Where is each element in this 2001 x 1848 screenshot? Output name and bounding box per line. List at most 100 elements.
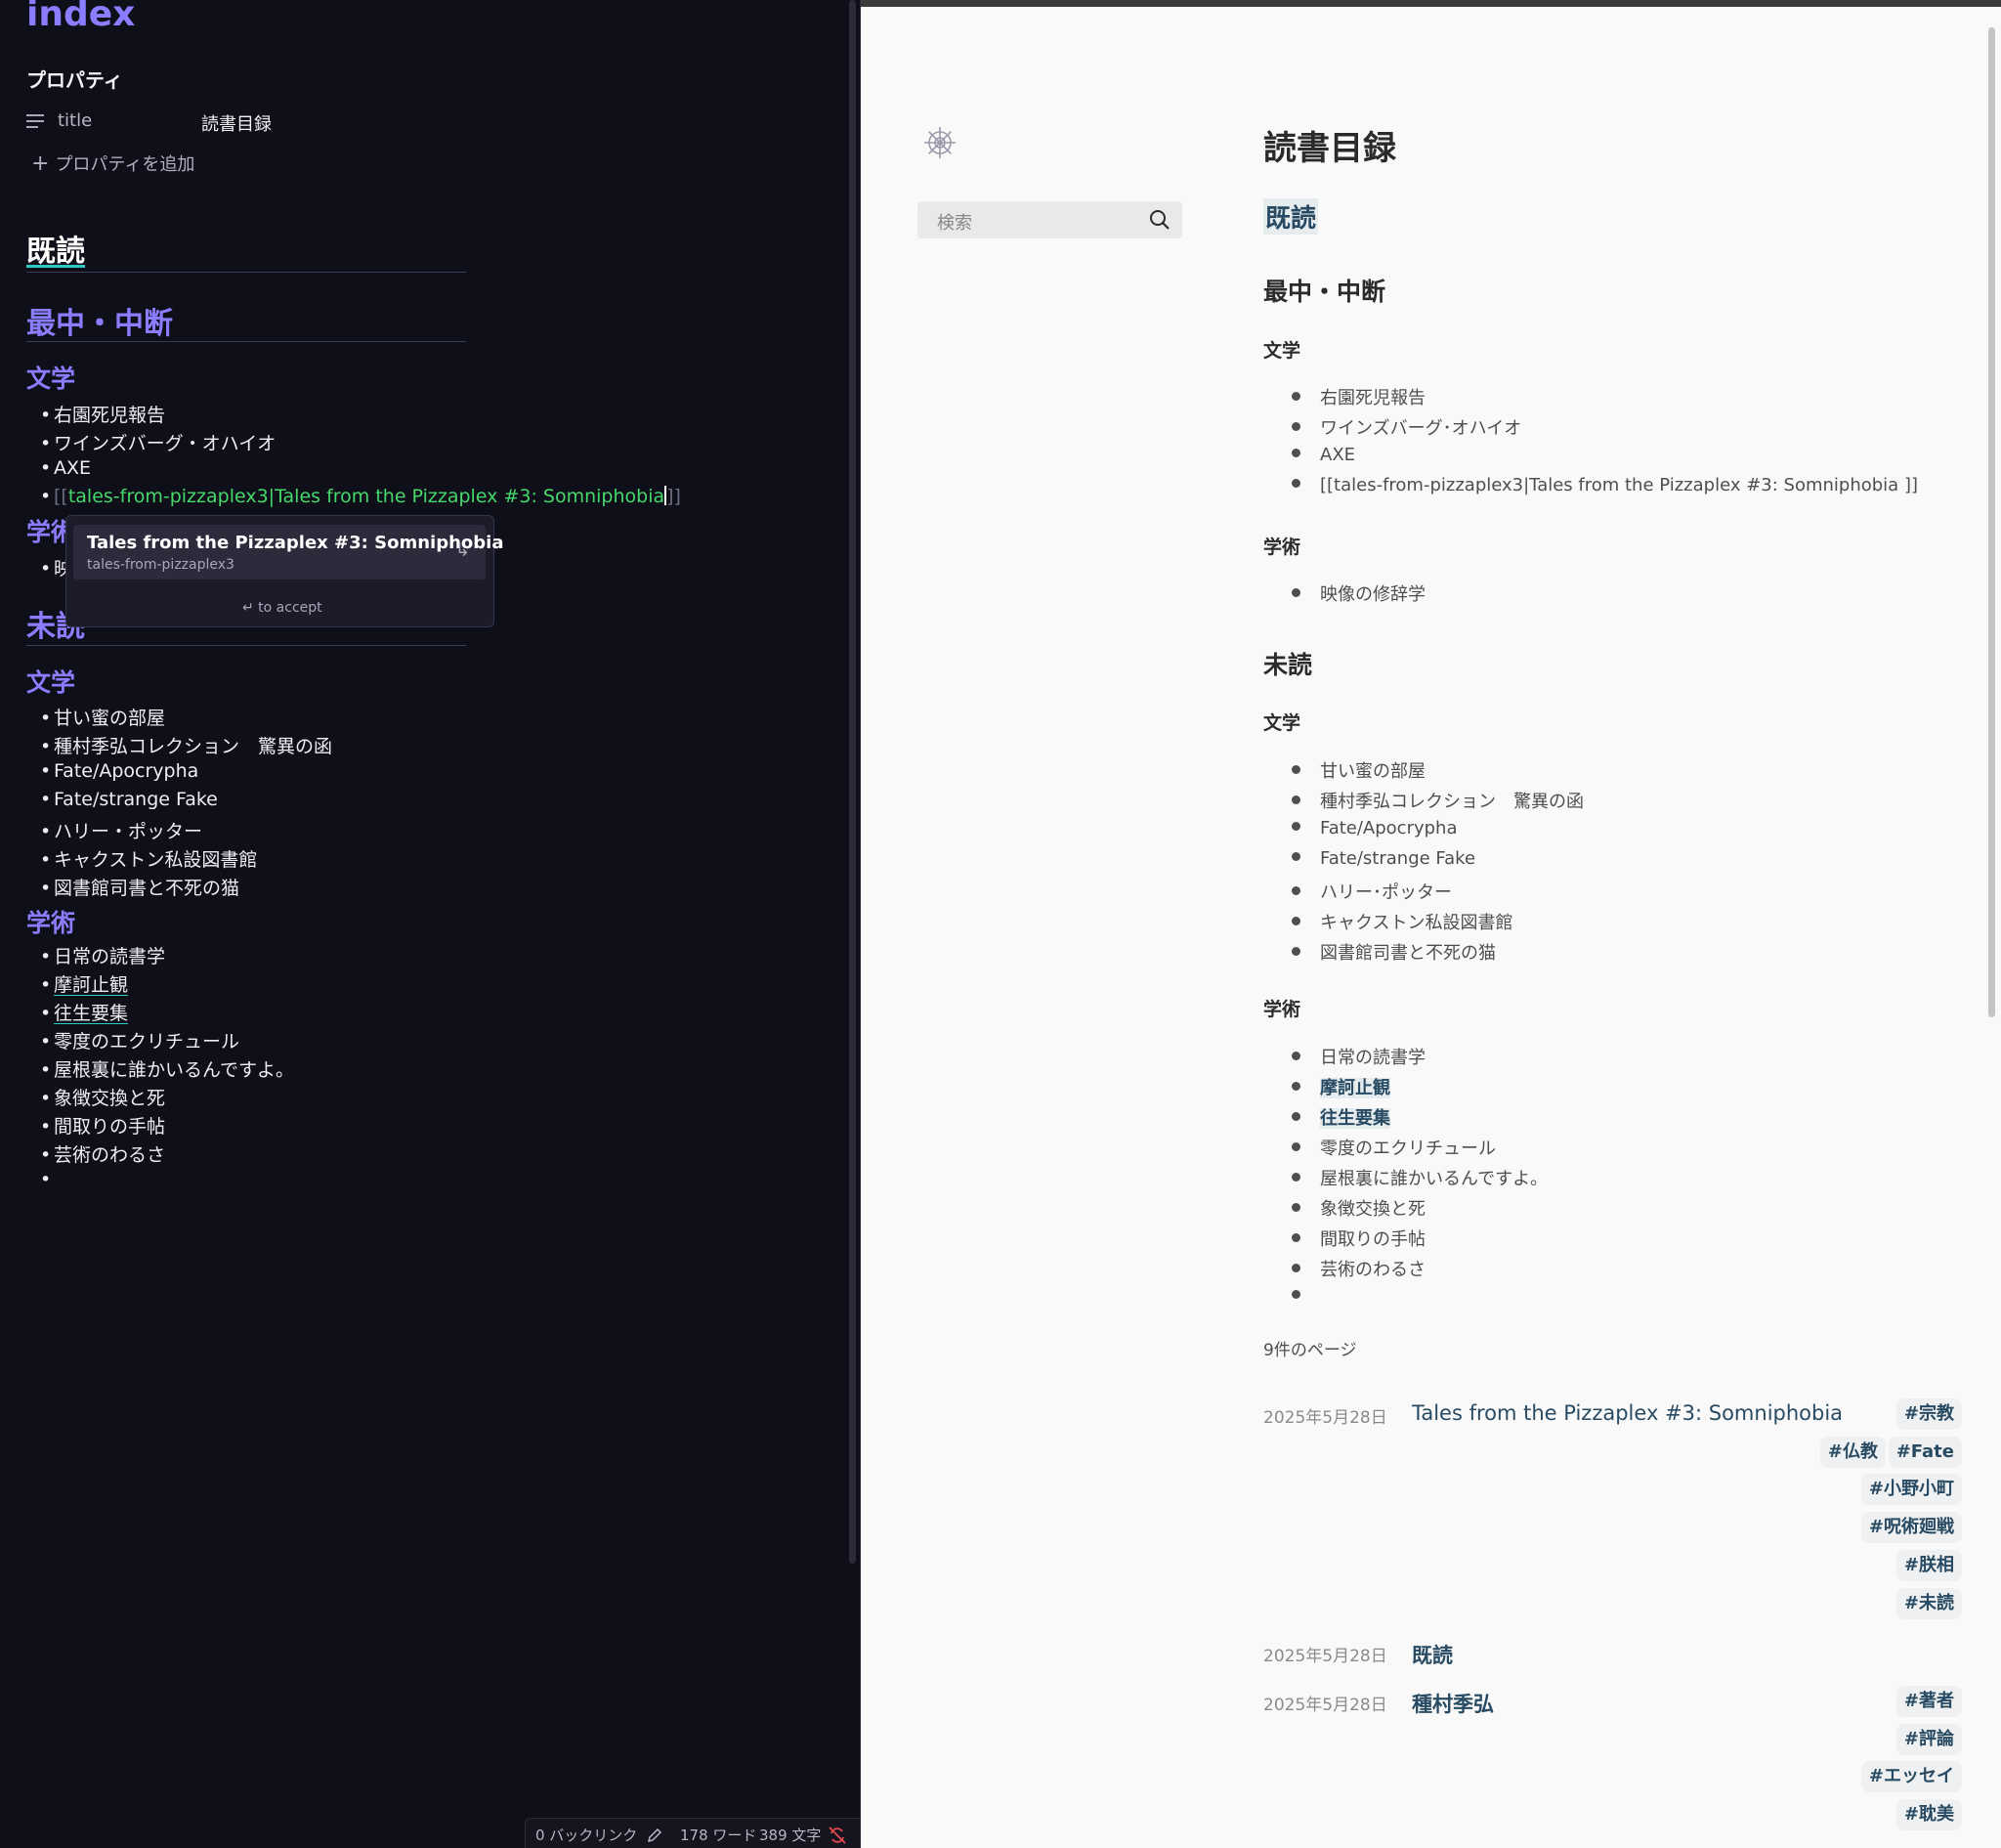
- list-item[interactable]: • 間取りの手帖: [40, 1112, 165, 1139]
- page-date: 2025年5月28日: [1263, 1647, 1387, 1666]
- page-date: 2025年5月28日: [1263, 1408, 1387, 1428]
- list-item-editing[interactable]: • [[tales-from-pizzaplex3|Tales from the …: [40, 486, 681, 507]
- list-item[interactable]: • Fate/Apocrypha: [40, 760, 198, 782]
- property-key[interactable]: title: [58, 110, 92, 131]
- page-link[interactable]: Tales from the Pizzaplex #3: Somniphobia: [1412, 1401, 1843, 1425]
- editor-pane[interactable]: index プロパティ title 読書目録 + プロパティを追加 既読 最中・中…: [0, 0, 860, 1848]
- suggestion-item[interactable]: Tales from the Pizzaplex #3: Somniphobia…: [73, 525, 503, 580]
- page-date: 2025年5月28日: [1263, 1696, 1387, 1715]
- accept-hint: ↵ to accept: [242, 600, 322, 616]
- suggestion-path: tales-from-pizzaplex3: [87, 557, 234, 573]
- heading-read[interactable]: 既読: [26, 227, 85, 270]
- add-property-button[interactable]: + プロパティを追加: [31, 150, 194, 176]
- list-item-empty[interactable]: •: [40, 1169, 54, 1190]
- list-item[interactable]: • 芸術のわるさ: [40, 1140, 165, 1167]
- list-item: [[tales-from-pizzaplex3|Tales from the P…: [1292, 475, 1918, 495]
- list-item-link[interactable]: 往生要集: [1292, 1104, 1390, 1130]
- heading-reading[interactable]: 最中・中断: [26, 299, 173, 342]
- list-item[interactable]: • ハリー・ポッター: [40, 817, 202, 843]
- heading-acad: 学術: [1263, 537, 1301, 558]
- heading-divider: [26, 645, 466, 646]
- list-icon: [26, 114, 44, 128]
- tag[interactable]: #仏教: [1819, 1437, 1886, 1468]
- tag[interactable]: #Fate: [1888, 1437, 1962, 1468]
- word-count: 178 ワード: [680, 1827, 757, 1844]
- editor-scrollbar[interactable]: [849, 0, 856, 1564]
- list-item: 右園死児報告: [1292, 384, 1426, 409]
- list-item: 映像の修辞学: [1292, 580, 1426, 606]
- tag[interactable]: #未読: [1895, 1588, 1962, 1619]
- list-item: ハリー･ポッター: [1292, 879, 1452, 904]
- list-item: ワインズバーグ･オハイオ: [1292, 414, 1521, 440]
- search-placeholder: 検索: [937, 213, 972, 234]
- heading-reading: 最中・中断: [1263, 278, 1386, 306]
- list-item: 種村季弘コレクション 驚異の函: [1292, 788, 1584, 813]
- list-item: Fate/Apocrypha: [1292, 818, 1458, 838]
- suggestion-title: Tales from the Pizzaplex #3: Somniphobia: [87, 533, 504, 553]
- tag[interactable]: #呪術廻戦: [1860, 1512, 1962, 1543]
- list-item: 日常の読書学: [1292, 1044, 1426, 1069]
- heading-acad[interactable]: 学術: [26, 904, 75, 939]
- list-item: 屋根裏に誰かいるんですよ。: [1292, 1165, 1548, 1190]
- logo-icon[interactable]: [922, 125, 958, 160]
- arrow-icon: ↳: [454, 540, 470, 561]
- tag[interactable]: #エッセイ: [1860, 1761, 1962, 1792]
- heading-lit: 文学: [1263, 340, 1301, 362]
- heading-read-link[interactable]: 既読: [1263, 198, 1319, 235]
- list-item[interactable]: • 摩訶止観: [40, 970, 128, 997]
- list-item[interactable]: • 右園死児報告: [40, 401, 165, 427]
- plus-icon: +: [31, 151, 50, 176]
- list-item[interactable]: • 図書館司書と不死の猫: [40, 874, 239, 900]
- list-item: キャクストン私設図書館: [1292, 909, 1512, 934]
- list-item-link[interactable]: 摩訶止観: [1292, 1074, 1390, 1099]
- note-title[interactable]: index: [26, 0, 135, 34]
- list-item[interactable]: • 象徴交換と死: [40, 1084, 165, 1110]
- tag[interactable]: #著者: [1895, 1686, 1962, 1717]
- tag[interactable]: #評論: [1895, 1724, 1962, 1755]
- wikilink-text[interactable]: tales-from-pizzaplex3|Tales from the Piz…: [68, 486, 664, 507]
- backlink-count[interactable]: 0 バックリンク: [535, 1825, 637, 1845]
- list-item-empty: [1292, 1286, 1320, 1307]
- list-item[interactable]: • ワインズバーグ・オハイオ: [40, 429, 276, 455]
- search-icon[interactable]: [1149, 209, 1171, 231]
- heading-lit[interactable]: 文学: [26, 664, 75, 699]
- tag[interactable]: #小野小町: [1860, 1474, 1962, 1505]
- page-link[interactable]: 既読: [1412, 1640, 1453, 1669]
- page-title: 読書目録: [1263, 129, 1396, 168]
- list-item[interactable]: • 甘い蜜の部屋: [40, 704, 165, 730]
- char-count: 389 文字: [759, 1827, 822, 1844]
- list-item[interactable]: • 往生要集: [40, 999, 128, 1025]
- list-item: 象徴交換と死: [1292, 1195, 1426, 1221]
- link-suggestion-popup[interactable]: Tales from the Pizzaplex #3: Somniphobia…: [65, 515, 503, 627]
- pencil-icon[interactable]: [646, 1827, 663, 1844]
- heading-acad: 学術: [1263, 999, 1301, 1020]
- property-value[interactable]: 読書目録: [201, 110, 272, 136]
- properties-heading[interactable]: プロパティ: [26, 64, 123, 93]
- page-count: 9件のページ: [1263, 1341, 1357, 1360]
- list-item: 零度のエクリチュール: [1292, 1135, 1496, 1160]
- search-input[interactable]: 検索: [917, 201, 1182, 238]
- heading-lit: 文学: [1263, 712, 1301, 734]
- heading-lit[interactable]: 文学: [26, 360, 75, 395]
- list-item[interactable]: • 種村季弘コレクション 驚異の函: [40, 732, 332, 758]
- tag[interactable]: #耽美: [1895, 1799, 1962, 1830]
- list-item[interactable]: • キャクストン私設図書館: [40, 845, 257, 872]
- preview-scrollbar[interactable]: [1988, 27, 1995, 1017]
- list-item[interactable]: • 零度のエクリチュール: [40, 1027, 239, 1053]
- page-link[interactable]: 種村季弘: [1412, 1689, 1494, 1718]
- list-item: 間取りの手帖: [1292, 1225, 1426, 1251]
- tag[interactable]: #宗教: [1895, 1398, 1962, 1430]
- preview-pane[interactable]: 検索 読書目録 既読 最中・中断 文学 右園死児報告ワインズバーグ･オハイオ AX…: [861, 0, 2001, 1848]
- sync-off-icon[interactable]: [828, 1826, 847, 1845]
- heading-unread: 未読: [1263, 651, 1313, 679]
- list-item[interactable]: • 屋根裏に誰かいるんですよ。: [40, 1055, 294, 1082]
- list-item[interactable]: • 日常の読書学: [40, 942, 165, 968]
- list-item: 甘い蜜の部屋: [1292, 757, 1426, 783]
- preview-topbar: [861, 0, 2001, 7]
- list-item: AXE: [1292, 445, 1355, 465]
- list-item[interactable]: • Fate/strange Fake: [40, 789, 218, 810]
- list-item[interactable]: • AXE: [40, 457, 91, 479]
- list-item: 芸術のわるさ: [1292, 1256, 1426, 1281]
- status-bar: 0 バックリンク 178 ワード 389 文字: [525, 1818, 860, 1848]
- tag[interactable]: #朕相: [1895, 1550, 1962, 1581]
